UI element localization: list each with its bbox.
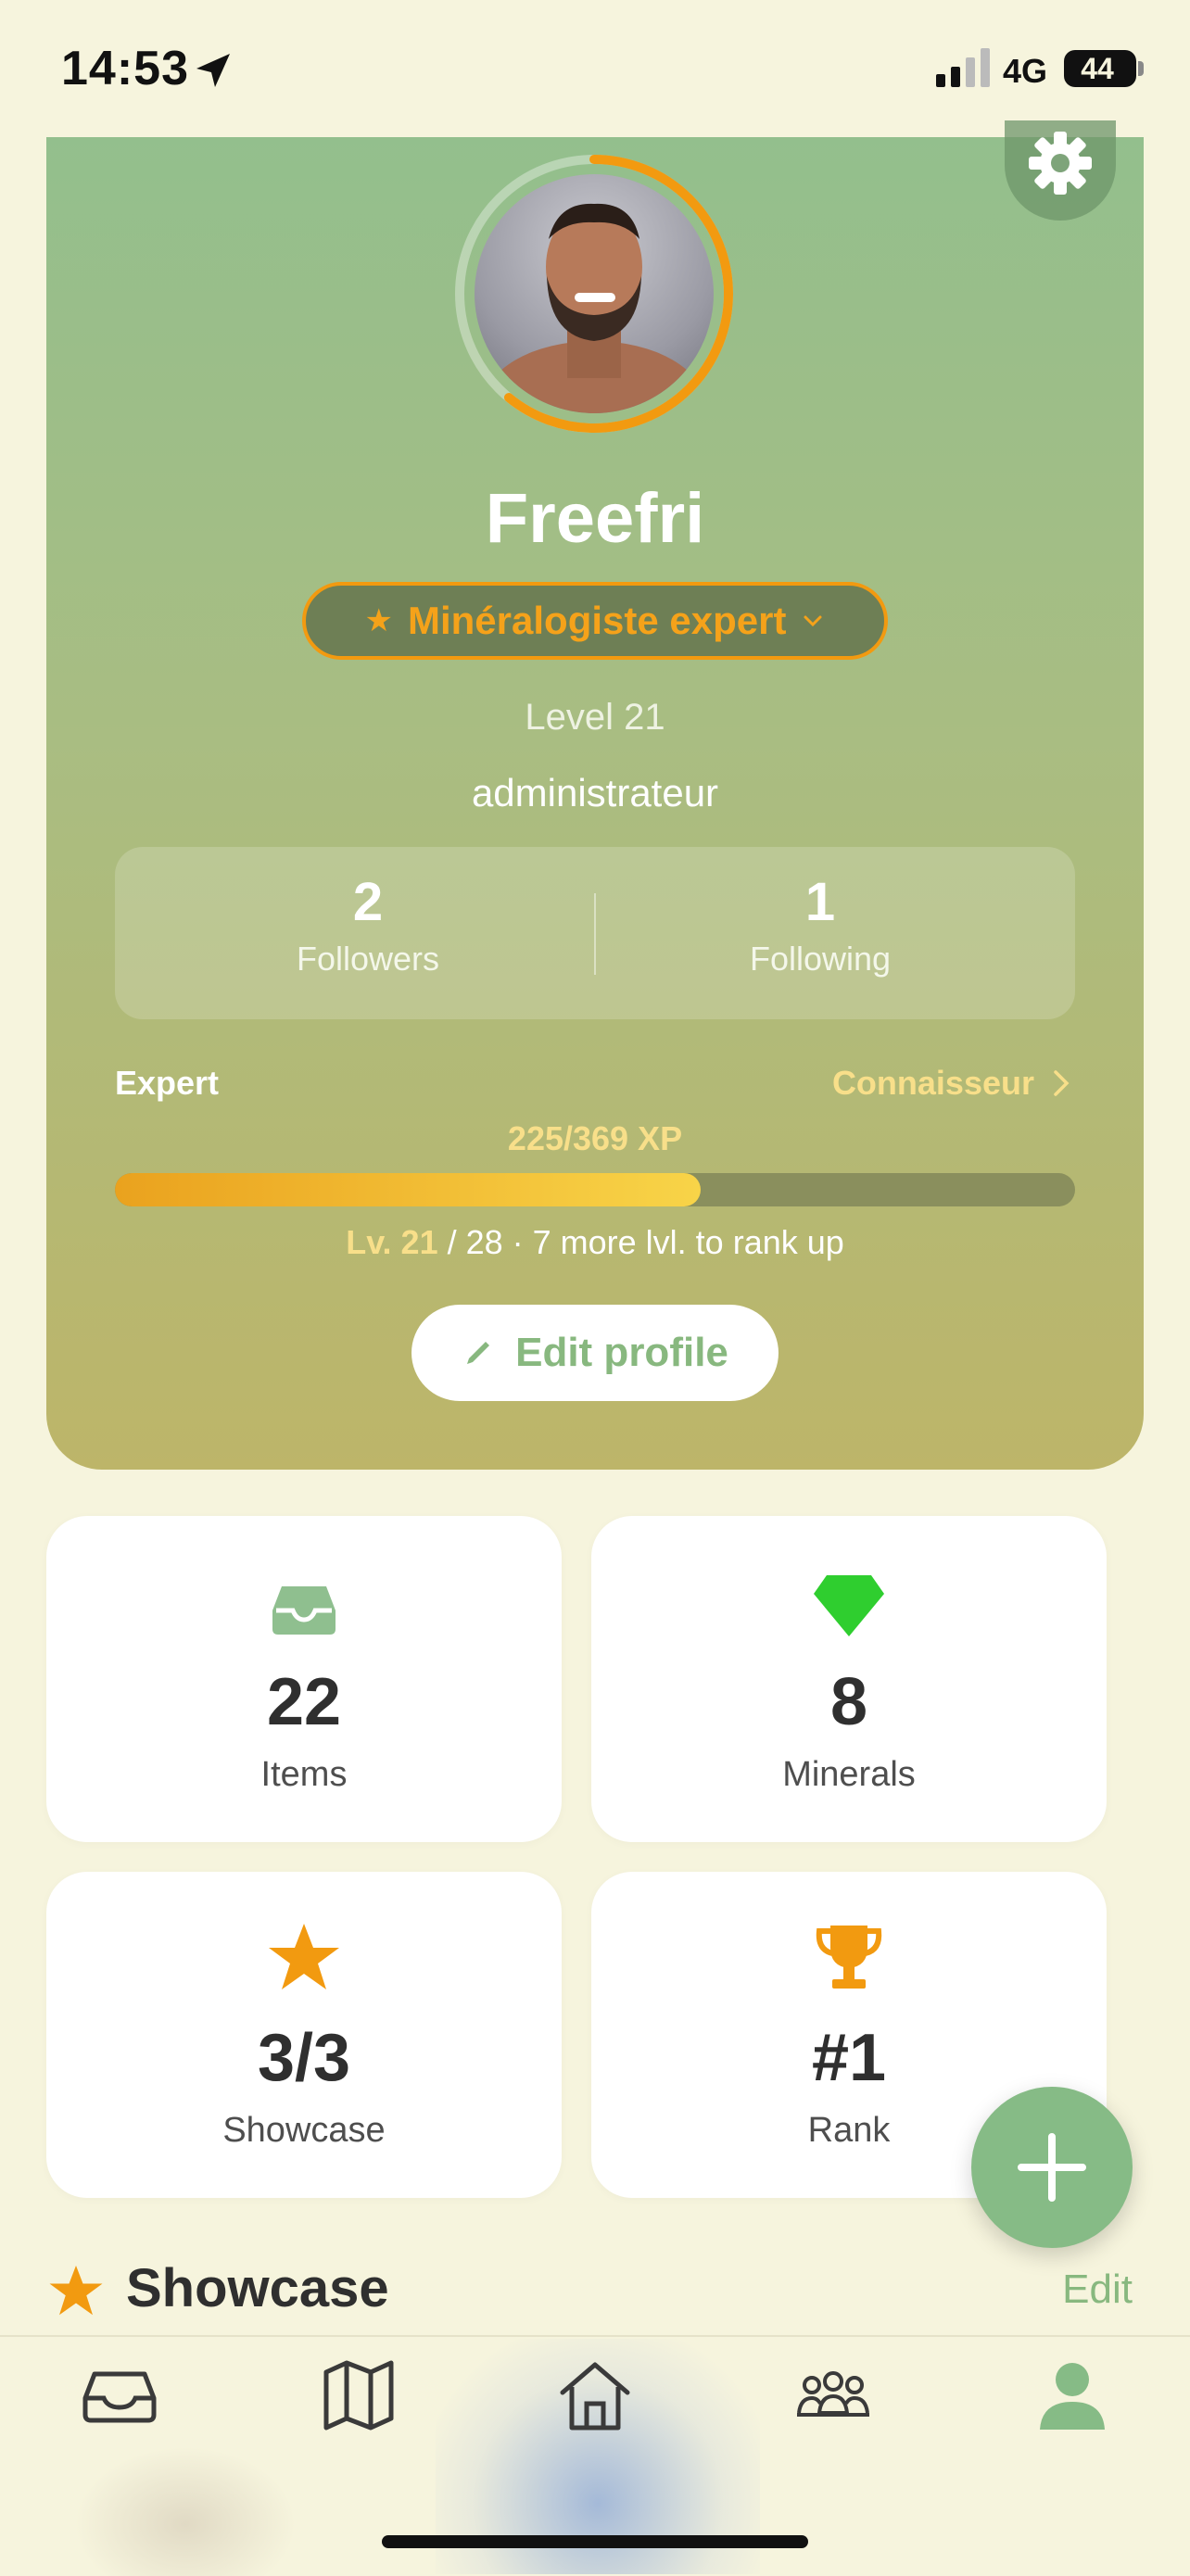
stat-value: #1 [811,2021,887,2095]
tab-home-icon[interactable] [553,2354,637,2437]
xp-progress-bar [115,1173,1075,1206]
add-button[interactable] [971,2087,1133,2248]
edit-profile-button[interactable]: Edit profile [411,1305,779,1401]
status-time: 14:53 [61,42,189,95]
battery-cap [1138,61,1144,76]
role-label: administrateur [471,771,719,814]
following-label: Following [749,940,892,978]
gem-icon [814,1575,884,1636]
star-icon [269,1924,339,1989]
battery-level: 44 [1081,52,1114,85]
xp-text: 225/369 XP [507,1119,683,1157]
chevron-right-icon [1054,1070,1070,1096]
level-current: Lv. 21 [346,1223,438,1261]
next-rank-label: Connaisseur [831,1064,1034,1102]
chevron-down-icon [804,615,822,627]
tab-profile-icon[interactable] [1031,2354,1114,2437]
plus-icon [1018,2133,1086,2202]
username: Freefri [485,479,705,558]
next-rank-link[interactable]: Connaisseur [832,1064,1071,1103]
tab-map-icon[interactable] [317,2354,400,2437]
followers-label: Followers [296,940,440,978]
signal-icon [936,48,990,87]
inbox-icon [272,1586,335,1635]
level-label: Level 21 [525,697,665,738]
level-info: Lv. 21 / 28 · 7 more lvl. to rank up [0,1223,1190,1262]
stat-value: 3/3 [257,2021,351,2095]
title-label: Minéralogiste expert [408,599,787,642]
trophy-icon [816,1926,882,1989]
star-icon [49,2266,103,2316]
stat-card-minerals[interactable]: 8 Minerals [591,1516,1107,1842]
title-selector[interactable]: ★ Minéralogiste expert [302,582,888,660]
stat-value: 8 [829,1665,868,1739]
following-count: 1 [804,872,836,932]
followers-stat[interactable]: 2 Followers [128,871,608,979]
stat-label: Showcase [222,2111,386,2150]
showcase-edit-button[interactable]: Edit [1062,2267,1133,2313]
tab-people-icon[interactable] [791,2354,875,2437]
star-icon: ★ [364,603,393,638]
xp-progress-fill [115,1173,701,1206]
stat-label: Items [260,1755,348,1794]
tab-inbox-icon[interactable] [78,2354,161,2437]
home-indicator [382,2535,808,2548]
avatar-portrait [483,203,705,413]
showcase-title: Showcase [126,2258,389,2318]
followers-count: 2 [352,872,384,932]
following-stat[interactable]: 1 Following [580,871,1060,979]
stat-card-showcase[interactable]: 3/3 Showcase [46,1872,562,2198]
tabbar-backdrop [74,2446,297,2576]
location-arrow-icon [196,54,230,87]
pencil-icon [467,1342,490,1364]
edit-profile-label: Edit profile [515,1330,728,1375]
stat-card-items[interactable]: 22 Items [46,1516,562,1842]
level-rest: / 28 · 7 more lvl. to rank up [437,1223,844,1261]
current-rank: Expert [115,1064,220,1102]
stat-value: 22 [266,1665,342,1739]
gear-icon [1029,132,1092,195]
network-type: 4G [1003,52,1048,90]
settings-button[interactable] [1005,120,1116,221]
stat-label: Minerals [782,1755,916,1794]
avatar[interactable] [475,174,714,413]
